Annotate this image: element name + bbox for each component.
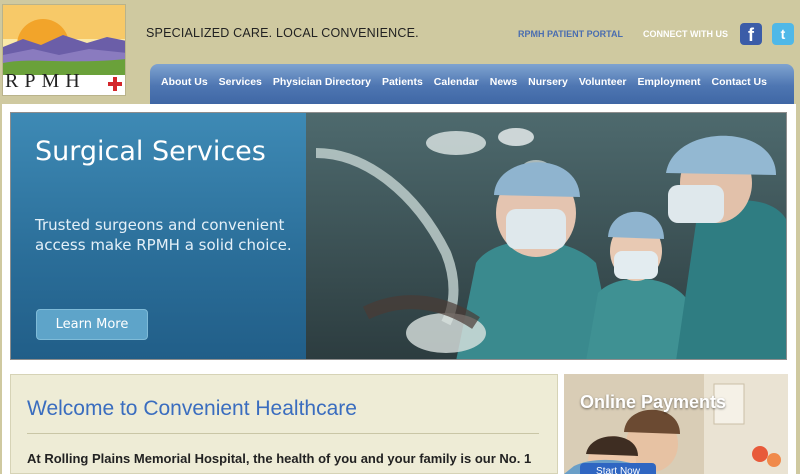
nav-item-nursery[interactable]: Nursery [528,76,568,88]
nav-item-news[interactable]: News [490,76,517,88]
landscape-logo-icon [3,5,125,75]
nav-item-about-us[interactable]: About Us [161,76,208,88]
site-logo[interactable]: RPMH [2,4,126,96]
couple-photo [564,374,788,474]
hero-banner[interactable]: Surgical Services Trusted surgeons and c… [10,112,787,360]
tagline: SPECIALIZED CARE. LOCAL CONVENIENCE. [146,26,419,40]
red-cross-icon [108,77,122,91]
patient-portal-link[interactable]: RPMH PATIENT PORTAL [518,29,623,39]
start-now-button[interactable]: Start Now [580,463,656,474]
connect-with-us-label: CONNECT WITH US [643,29,728,39]
nav-item-patients[interactable]: Patients [382,76,423,88]
main-nav: About Us Services Physician Directory Pa… [150,64,794,104]
welcome-divider [27,433,539,434]
learn-more-button[interactable]: Learn More [36,309,148,340]
nav-item-calendar[interactable]: Calendar [434,76,479,88]
nav-item-services[interactable]: Services [219,76,262,88]
facebook-icon[interactable]: f [740,23,762,45]
nav-item-volunteer[interactable]: Volunteer [579,76,627,88]
nav-item-employment[interactable]: Employment [638,76,701,88]
welcome-body: At Rolling Plains Memorial Hospital, the… [27,451,532,466]
welcome-section: Welcome to Convenient Healthcare At Roll… [10,374,558,474]
logo-text: RPMH [5,70,86,92]
hero-description: Trusted surgeons and convenient access m… [35,216,292,254]
nav-item-contact-us[interactable]: Contact Us [712,76,767,88]
twitter-icon[interactable]: t [772,23,794,45]
online-payments-title: Online Payments [580,392,727,412]
surgeons-photo [306,113,786,359]
hero-title: Surgical Services [35,136,266,167]
welcome-title: Welcome to Convenient Healthcare [27,397,357,420]
nav-item-physician-directory[interactable]: Physician Directory [273,76,371,88]
online-payments-card[interactable]: Online Payments Start Now [564,374,788,474]
